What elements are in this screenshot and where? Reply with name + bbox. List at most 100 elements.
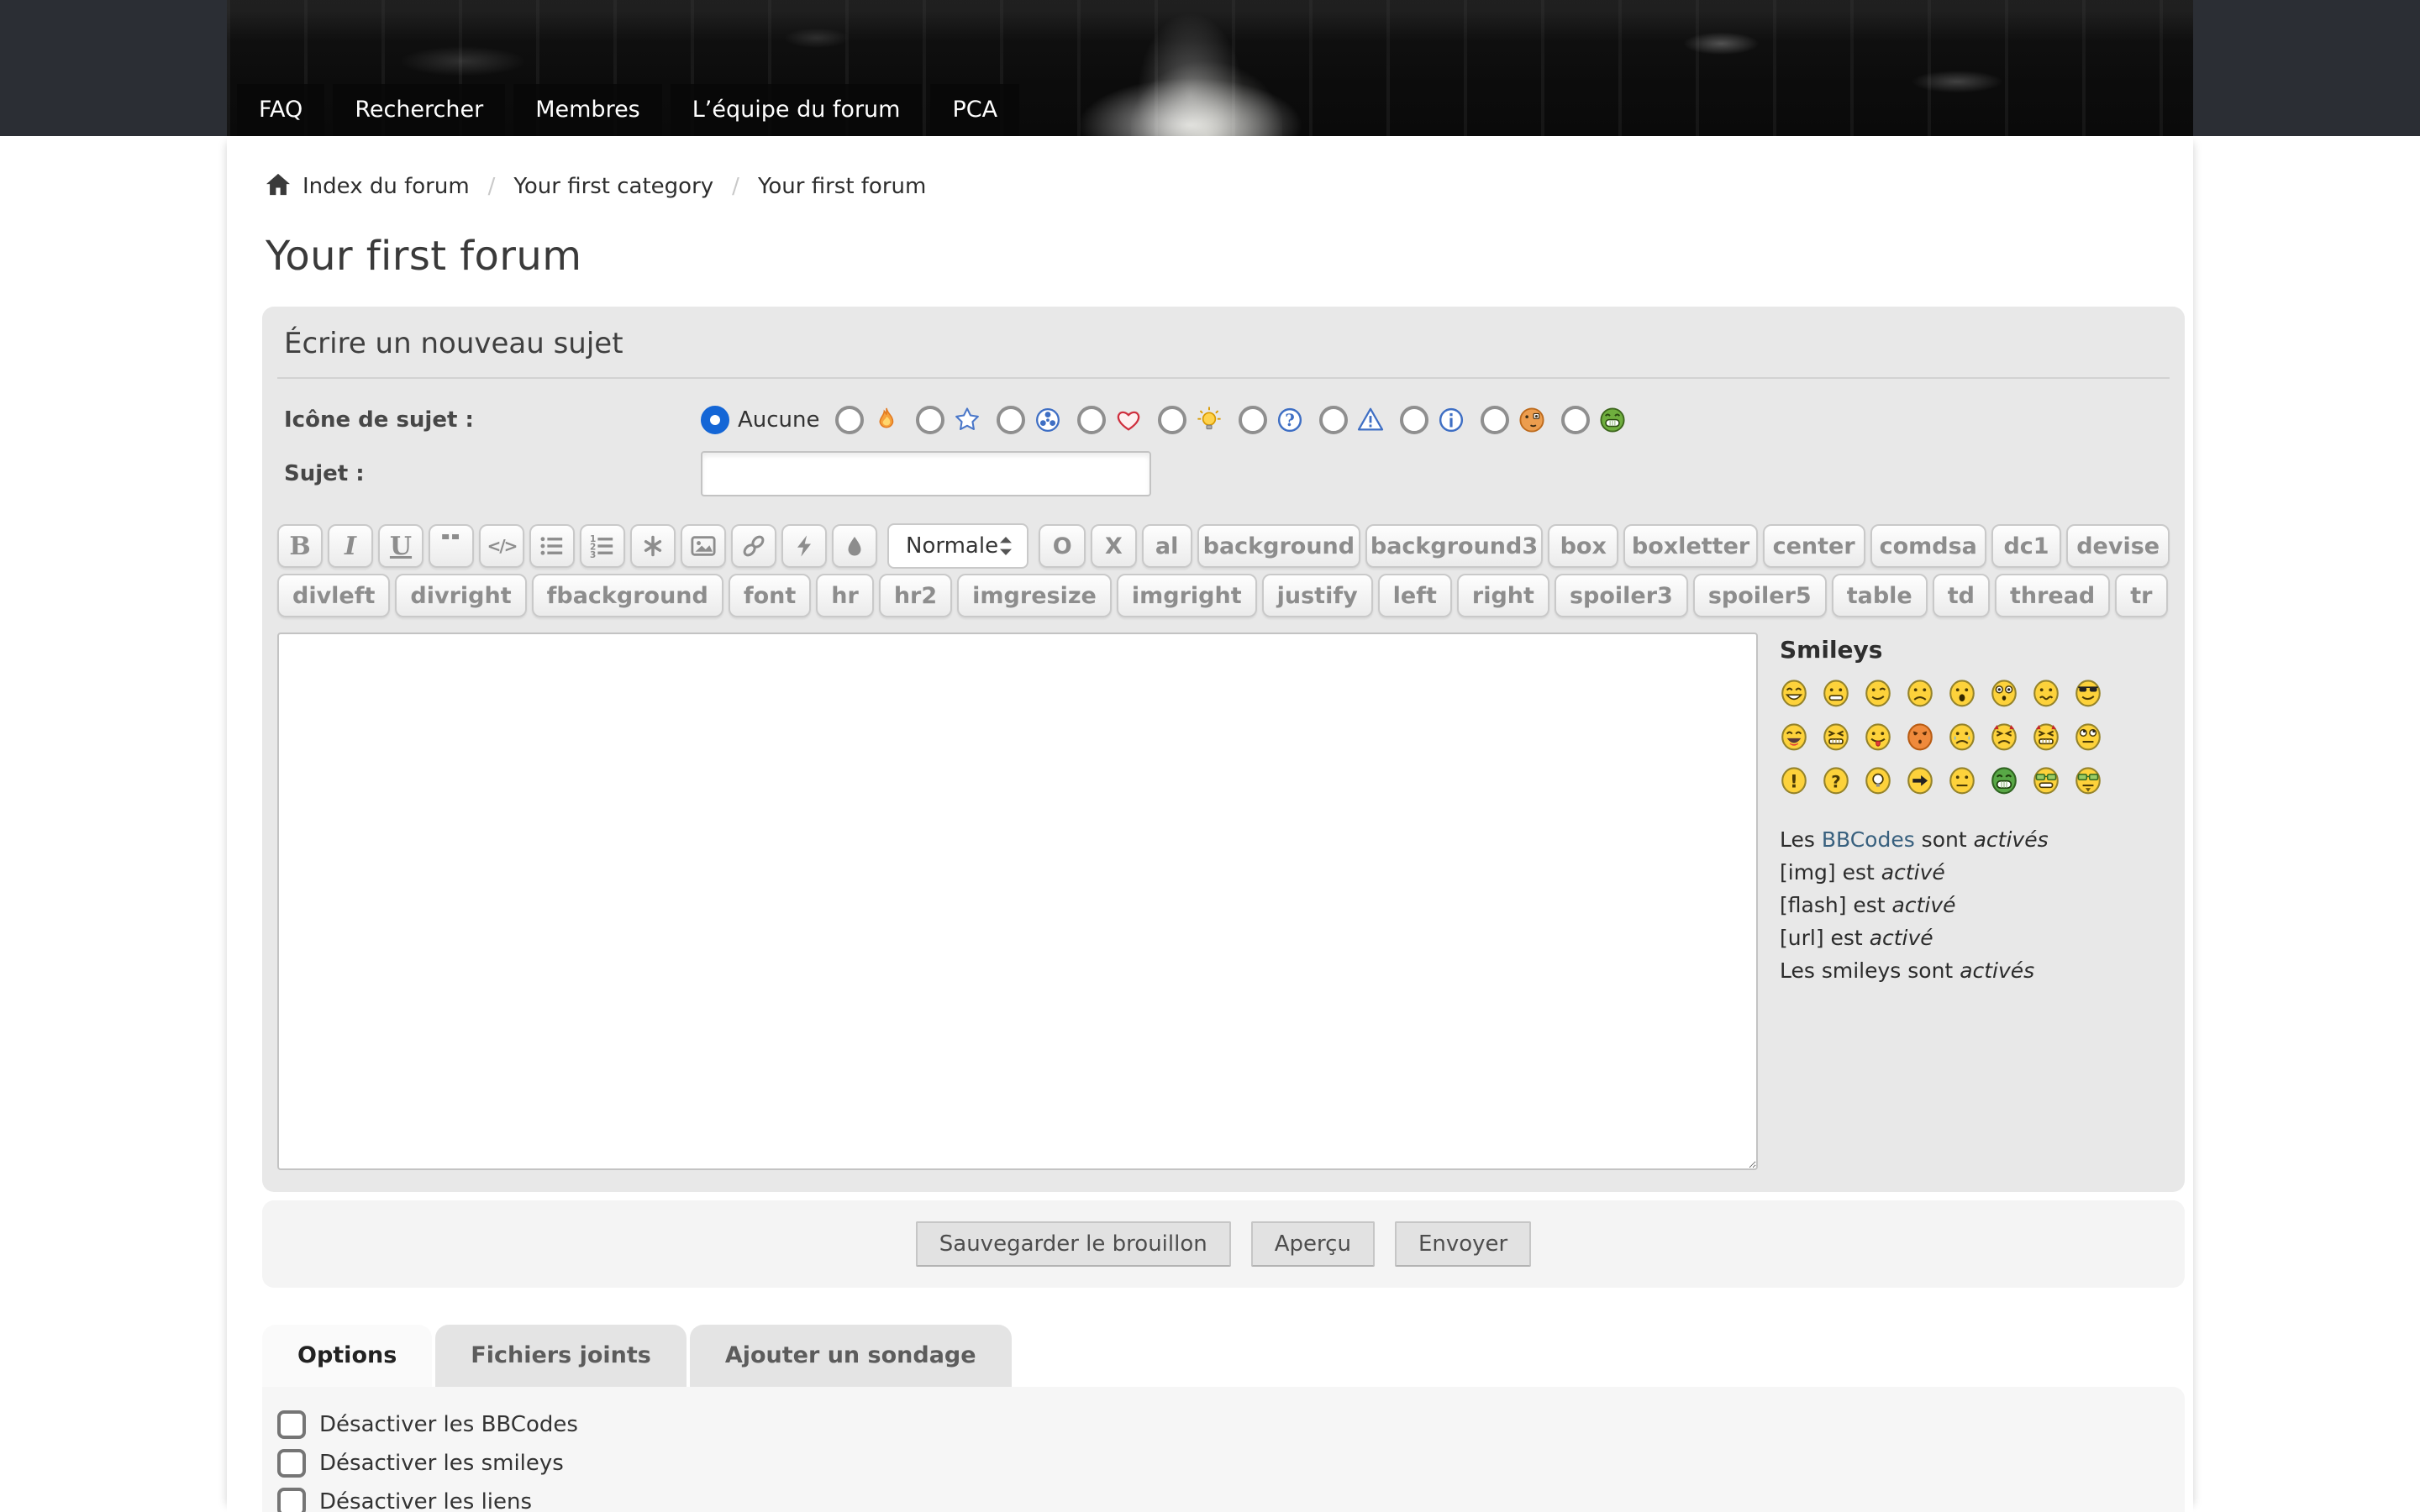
smiley-smile[interactable] [1822,679,1850,707]
radio-unselected[interactable] [1561,406,1590,434]
bbcode-right-button[interactable]: right [1457,574,1549,617]
topic-icon-option-star[interactable] [916,406,981,434]
preview-button[interactable]: Aperçu [1251,1221,1375,1267]
checkbox[interactable] [277,1449,306,1478]
breadcrumb-crumb-1[interactable]: Index du forum [302,174,470,199]
radio-unselected[interactable] [997,406,1025,434]
nav-item-3[interactable]: Membres [513,84,662,136]
bbcode-x-button[interactable]: X [1091,524,1136,568]
topic-icon-option-warning[interactable] [1319,406,1385,434]
bbcode-al-button[interactable]: al [1142,524,1192,568]
topic-icon-option-question[interactable]: ? [1239,406,1304,434]
smiley-rolleyes[interactable] [2074,722,2102,751]
bbcode-link-button[interactable] [731,524,776,568]
radio-unselected[interactable] [1481,406,1509,434]
topic-icon-option-whistle[interactable] [1481,406,1546,434]
bbcode-boxletter-button[interactable]: boxletter [1623,524,1757,568]
tab-ajouter-un-sondage[interactable]: Ajouter un sondage [690,1325,1012,1387]
subject-input[interactable] [701,451,1151,496]
smiley-mr-green[interactable] [1990,766,2018,795]
radio-unselected[interactable] [1239,406,1267,434]
bbcode-spoiler5-button[interactable]: spoiler5 [1693,574,1827,617]
smiley-evil[interactable] [1990,722,2018,751]
smiley-wink[interactable] [1864,679,1892,707]
radio-unselected[interactable] [1158,406,1186,434]
bbcode-hr2-button[interactable]: hr2 [879,574,952,617]
bbcode-italic-button[interactable]: I [328,524,373,568]
submit-button[interactable]: Envoyer [1395,1221,1531,1267]
smiley-exclaim[interactable]: ! [1780,766,1808,795]
bbcode-tip-button[interactable] [832,524,877,568]
smiley-cool[interactable] [2074,679,2102,707]
topic-icon-option-radioactive[interactable] [997,406,1062,434]
smiley-geek[interactable] [2032,766,2060,795]
bbcode-list-bullet-button[interactable] [529,524,575,568]
bbcode-hr-button[interactable]: hr [816,574,874,617]
bbcode-table-button[interactable]: table [1832,574,1928,617]
smiley-neutral[interactable] [1948,766,1976,795]
nav-item-5[interactable]: PCA [930,84,1019,136]
smiley-ultra-geek[interactable] [2074,766,2102,795]
smiley-question[interactable]: ? [1822,766,1850,795]
bbcode-divleft-button[interactable]: divleft [277,574,390,617]
topic-icon-option-none[interactable]: Aucune [701,406,820,434]
font-size-select[interactable]: Normale [887,523,1028,569]
bbcode-fbackground-button[interactable]: fbackground [532,574,723,617]
smiley-lol[interactable] [1780,722,1808,751]
breadcrumb-crumb-3[interactable]: Your first forum [758,174,926,199]
nav-item-2[interactable]: Rechercher [333,84,505,136]
bbcode-divright-button[interactable]: divright [395,574,526,617]
bbcode-code-button[interactable]: </> [479,524,524,568]
nav-item-4[interactable]: L’équipe du forum [671,84,923,136]
bbcode-left-button[interactable]: left [1378,574,1452,617]
bbcode-underline-button[interactable]: U [378,524,424,568]
bbcode-box-button[interactable]: box [1548,524,1619,568]
home-icon[interactable] [266,171,302,201]
bbcode-td-button[interactable]: td [1933,574,1990,617]
bbcode-devise-button[interactable]: devise [2066,524,2170,568]
smiley-razz[interactable] [1864,722,1892,751]
bbcode-background3-button[interactable]: background3 [1365,524,1543,568]
bbcode-thread-button[interactable]: thread [1995,574,2110,617]
bbcode-comdsa-button[interactable]: comdsa [1870,524,1986,568]
smiley-sad[interactable] [1906,679,1934,707]
topic-icon-option-heart[interactable] [1077,406,1143,434]
smiley-embarrassed[interactable] [1906,722,1934,751]
smiley-crying[interactable] [1948,722,1976,751]
topic-icon-option-fire[interactable] [835,406,901,434]
breadcrumb-crumb-2[interactable]: Your first category [513,174,713,199]
save-draft-button[interactable]: Sauvegarder le brouillon [916,1221,1231,1267]
bbcode-list-ordered-button[interactable]: 123 [580,524,625,568]
smiley-shock[interactable] [1990,679,2018,707]
radio-unselected[interactable] [835,406,864,434]
bbcode-justify-button[interactable]: justify [1262,574,1373,617]
radio-selected[interactable] [701,406,729,434]
bbcode-tr-button[interactable]: tr [2115,574,2167,617]
bbcode-quote-button[interactable]: “ [429,524,474,568]
smiley-idea[interactable] [1864,766,1892,795]
bbcodes-link[interactable]: BBCodes [1822,827,1915,852]
bbcode-bold-button[interactable]: B [277,524,323,568]
bbcode-center-button[interactable]: center [1763,524,1865,568]
smiley-arrow[interactable] [1906,766,1934,795]
topic-icon-option-mr-green[interactable] [1561,406,1627,434]
tab-fichiers-joints[interactable]: Fichiers joints [435,1325,687,1387]
bbcode-imgright-button[interactable]: imgright [1117,574,1257,617]
checkbox[interactable] [277,1410,306,1439]
bbcode-o-button[interactable]: O [1039,524,1086,568]
message-textarea[interactable] [277,633,1758,1170]
bbcode-spoiler3-button[interactable]: spoiler3 [1555,574,1688,617]
bbcode-image-button[interactable] [681,524,726,568]
bbcode-font-button[interactable]: font [729,574,811,617]
topic-icon-option-bulb[interactable] [1158,406,1223,434]
smiley-twisted[interactable] [2032,722,2060,751]
smiley-very-happy[interactable] [1780,679,1808,707]
tab-options[interactable]: Options [262,1325,432,1387]
smiley-surprised[interactable] [1948,679,1976,707]
nav-item-1[interactable]: FAQ [237,84,324,136]
smiley-mad[interactable] [1822,722,1850,751]
radio-unselected[interactable] [916,406,944,434]
checkbox[interactable] [277,1488,306,1512]
bbcode-background-button[interactable]: background [1197,524,1360,568]
topic-icon-option-info[interactable] [1400,406,1465,434]
